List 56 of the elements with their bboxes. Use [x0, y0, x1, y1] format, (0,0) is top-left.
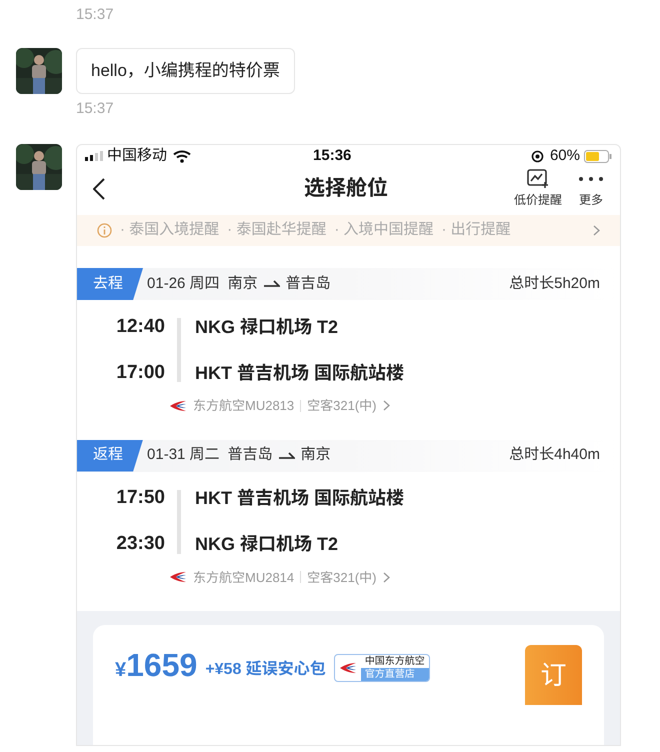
- aircraft-type: 空客321(中): [307, 397, 376, 415]
- flight-number: 东方航空MU2813: [193, 397, 294, 415]
- airport-name: NKG 禄口机场 T2: [195, 316, 338, 338]
- stop-time: 17:50: [115, 486, 165, 510]
- leg-date: 01-26 周四: [147, 274, 220, 294]
- leg-destination: 普吉岛: [286, 274, 331, 294]
- airline-logo-icon: [169, 398, 187, 413]
- book-button[interactable]: 订: [525, 645, 582, 705]
- airline-logo-icon: [338, 661, 357, 675]
- message-bubble: hello，小编携程的特价票: [76, 48, 295, 94]
- message-time: 15:37: [76, 4, 114, 25]
- stop-time: 17:00: [115, 360, 165, 385]
- leg-origin: 南京: [228, 274, 258, 294]
- leg-date: 01-31 周二: [147, 445, 220, 466]
- info-icon: [97, 223, 112, 238]
- chevron-right-icon: [593, 225, 600, 236]
- airport-name: HKT 普吉机场 国际航站楼: [195, 487, 404, 510]
- notice-bar[interactable]: · 泰国入境提醒 · 泰国赴华提醒 · 入境中国提醒 · 出行提醒: [77, 214, 620, 246]
- airport-name: NKG 禄口机场 T2: [195, 533, 338, 556]
- notice-link[interactable]: · 入境中国提醒: [334, 219, 434, 242]
- notice-link[interactable]: · 泰国赴华提醒: [227, 219, 326, 242]
- battery-percent: 60%: [550, 146, 580, 166]
- aircraft-type: 空客321(中): [307, 568, 376, 587]
- leg-origin: 普吉岛: [228, 445, 273, 466]
- notice-link[interactable]: · 泰国入境提醒: [120, 219, 220, 242]
- badge-store: 官方直营店: [360, 668, 429, 681]
- leg-tag: 返程: [77, 440, 144, 472]
- carrier-name: 中国移动: [107, 146, 168, 166]
- stop-time: 23:30: [115, 532, 165, 556]
- chart-add-icon: [526, 169, 549, 190]
- addon-offer: +¥58 延误安心包: [205, 660, 326, 680]
- screenshot-image[interactable]: [76, 144, 621, 746]
- price-alert-button[interactable]: 低价提醒: [514, 169, 562, 210]
- stop-time: 12:40: [115, 314, 165, 339]
- airline-logo-icon: [169, 570, 187, 584]
- battery-icon: [584, 150, 612, 163]
- wifi-icon: [173, 150, 192, 163]
- signal-icon: [85, 151, 103, 162]
- badge-airline: 中国东方航空: [364, 655, 426, 668]
- flight-number: 东方航空MU2814: [193, 568, 294, 586]
- rotation-lock-icon: [530, 150, 544, 163]
- leg-duration: 总时长4h40m: [509, 445, 600, 466]
- leg-destination: 南京: [300, 445, 331, 466]
- chevron-right-icon: [382, 572, 390, 583]
- price: ¥1659: [115, 649, 198, 685]
- message-time: 15:37: [76, 98, 114, 119]
- notice-link[interactable]: · 出行提醒: [442, 219, 511, 242]
- page-title: 选择舱位: [304, 176, 388, 202]
- airport-name: HKT 普吉机场 国际航站楼: [195, 362, 404, 384]
- more-icon: [578, 177, 604, 182]
- leg-tag: 去程: [77, 268, 144, 300]
- clock-time: 15:36: [313, 146, 352, 166]
- back-icon[interactable]: [93, 178, 105, 200]
- more-button[interactable]: 更多: [578, 169, 604, 210]
- leg-duration: 总时长5h20m: [509, 274, 600, 294]
- chevron-right-icon: [382, 400, 390, 412]
